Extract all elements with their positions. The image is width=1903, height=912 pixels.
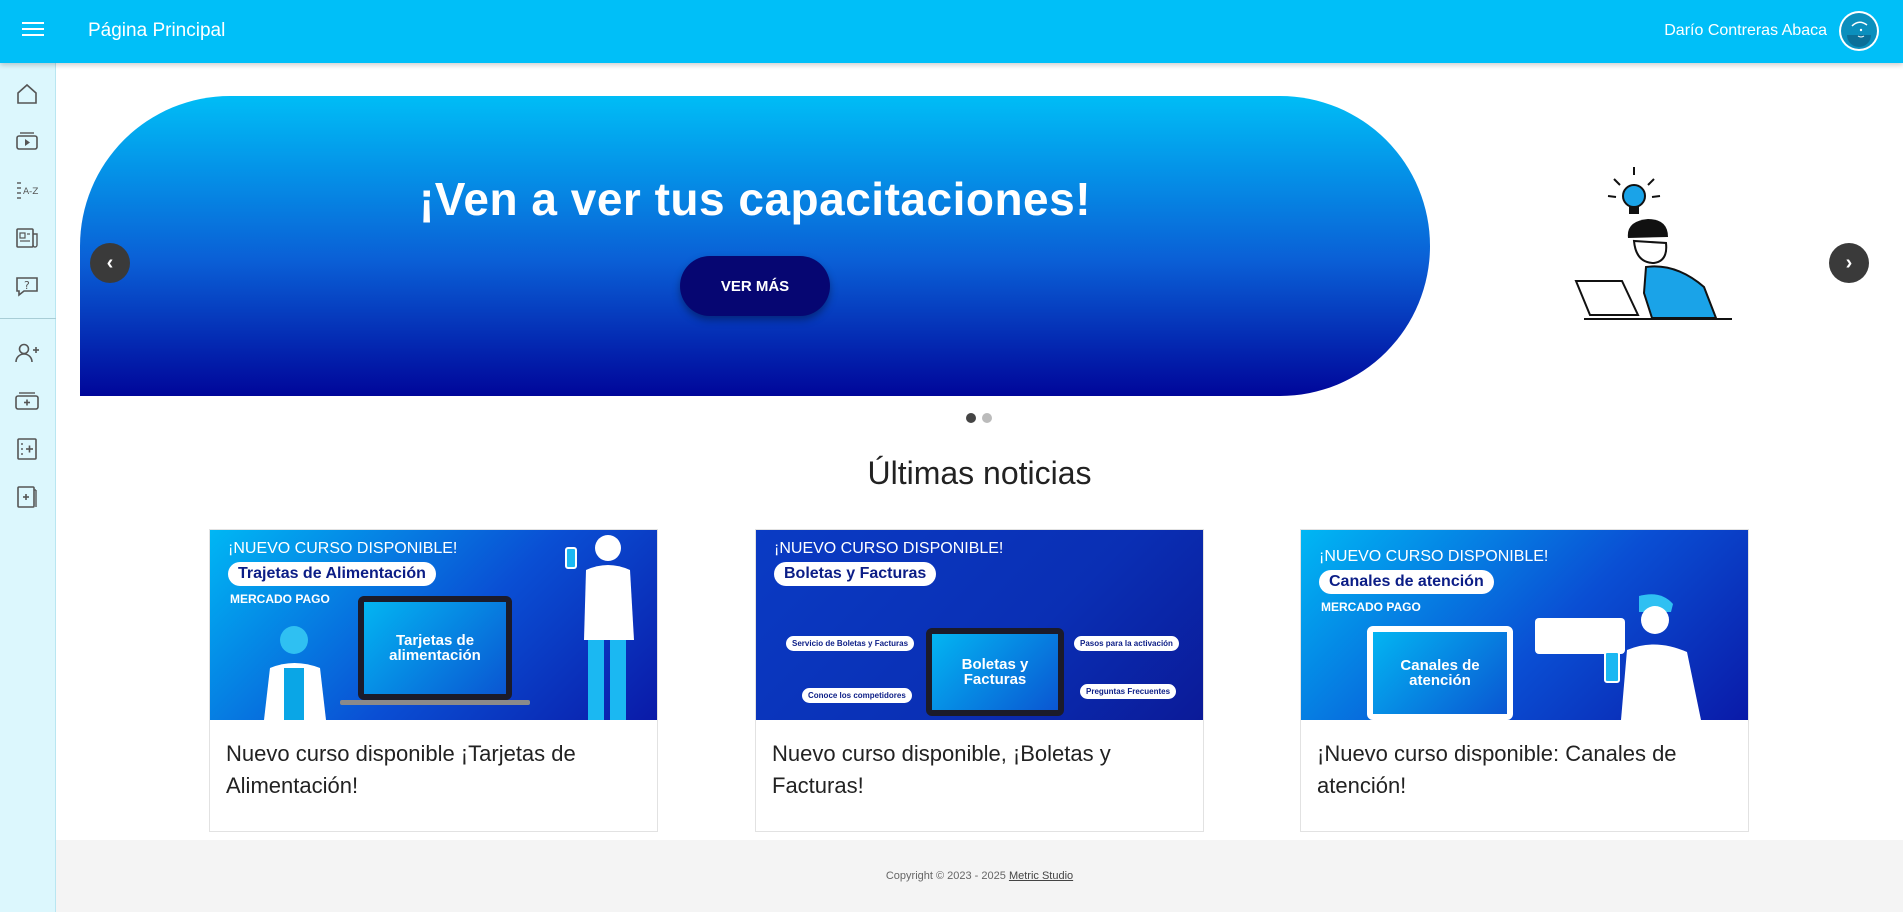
thumb-note: Preguntas Frecuentes xyxy=(1080,684,1177,699)
news-icon xyxy=(16,228,38,248)
sidebar-item-videos[interactable] xyxy=(14,129,40,155)
ver-mas-button[interactable]: VER MÁS xyxy=(680,256,830,316)
copyright-text: Copyright © 2023 - 2025 xyxy=(885,870,1006,882)
thumb-person-illustration xyxy=(1604,594,1701,720)
thumb-note: Servicio de Boletas y Facturas xyxy=(786,636,915,651)
thumb-sub: MERCADO PAGO xyxy=(230,592,330,606)
thumb-header: ¡NUEVO CURSO DISPONIBLE! xyxy=(228,540,458,557)
avatar[interactable] xyxy=(1839,11,1879,51)
thumb-tag: Trajetas de Alimentación xyxy=(228,562,436,586)
news-card-caption: Nuevo curso disponible, ¡Boletas y Factu… xyxy=(772,741,1111,798)
thumb-header: ¡NUEVO CURSO DISPONIBLE! xyxy=(1319,548,1549,565)
news-card-caption: Nuevo curso disponible ¡Tarjetas de Alim… xyxy=(226,741,576,798)
news-card[interactable]: ¡NUEVO CURSO DISPONIBLE! Boletas y Factu… xyxy=(755,529,1204,832)
footer-copyright: Copyright © 2023 - 2025 Metric Studio xyxy=(56,870,1903,882)
thumb-sub: MERCADO PAGO xyxy=(1321,600,1421,614)
user-name[interactable]: Darío Contreras Abaca xyxy=(1664,22,1827,40)
thumb-tag: Canales de atención xyxy=(1319,570,1494,594)
sidebar-item-add-list[interactable] xyxy=(14,436,40,462)
thumb-laptop-base xyxy=(340,700,530,705)
news-card-image: ¡NUEVO CURSO DISPONIBLE! Boletas y Factu… xyxy=(756,530,1203,720)
carousel-prev-button[interactable]: ‹ xyxy=(90,243,130,283)
sidebar-item-add-course[interactable] xyxy=(14,388,40,414)
thumb-note: Pasos para la activación xyxy=(1074,636,1179,651)
thumb-tablet-screen: Canales de atención xyxy=(1367,626,1513,720)
svg-text:A-Z: A-Z xyxy=(23,187,38,197)
news-card[interactable]: ¡NUEVO CURSO DISPONIBLE! Trajetas de Ali… xyxy=(209,529,658,832)
add-course-icon xyxy=(15,392,39,410)
glossary-icon: A-Z xyxy=(17,182,38,199)
svg-text:?: ? xyxy=(24,279,30,292)
sidebar-item-add-document[interactable] xyxy=(14,484,40,510)
sidebar-item-glossary[interactable]: A-Z xyxy=(14,177,40,203)
sidebar-item-news[interactable] xyxy=(14,225,40,251)
person-with-laptop-illustration xyxy=(1574,167,1732,320)
sidebar-item-add-user[interactable] xyxy=(14,340,40,366)
news-card[interactable]: ¡NUEVO CURSO DISPONIBLE! Canales de aten… xyxy=(1300,529,1749,832)
page-title: Página Principal xyxy=(88,20,226,41)
footer: Copyright © 2023 - 2025 Metric Studio xyxy=(56,840,1903,912)
home-icon xyxy=(17,83,37,104)
video-icon xyxy=(16,132,38,150)
carousel-next-button[interactable]: › xyxy=(1829,243,1869,283)
hamburger-menu-icon[interactable] xyxy=(22,18,44,40)
thumb-header: ¡NUEVO CURSO DISPONIBLE! xyxy=(774,540,1004,557)
thumb-barista-illustration xyxy=(264,626,326,720)
help-icon: ? xyxy=(16,277,38,297)
thumb-note: Conoce los competidores xyxy=(802,688,912,703)
thumb-person-illustration xyxy=(565,535,634,720)
thumb-tag: Boletas y Facturas xyxy=(774,562,937,586)
thumb-laptop-screen: Tarjetas de alimentación xyxy=(358,596,512,700)
news-card-image: ¡NUEVO CURSO DISPONIBLE! Canales de aten… xyxy=(1301,530,1748,720)
hero-banner: ¡Ven a ver tus capacitaciones! VER MÁS xyxy=(80,96,1430,396)
sidebar: A-Z ? xyxy=(0,63,56,912)
carousel-indicators xyxy=(966,413,992,423)
add-document-icon xyxy=(17,486,37,508)
news-card-caption: ¡Nuevo curso disponible: Canales de aten… xyxy=(1317,741,1677,798)
sidebar-divider xyxy=(0,318,56,319)
carousel-dot-1[interactable] xyxy=(966,413,976,423)
footer-link[interactable]: Metric Studio xyxy=(1009,870,1073,882)
carousel-dot-2[interactable] xyxy=(982,413,992,423)
banner-title: ¡Ven a ver tus capacitaciones! xyxy=(418,173,1092,225)
sidebar-item-home[interactable] xyxy=(14,81,40,107)
add-list-icon xyxy=(17,438,37,460)
sidebar-item-help[interactable]: ? xyxy=(14,273,40,299)
news-card-image: ¡NUEVO CURSO DISPONIBLE! Trajetas de Ali… xyxy=(210,530,657,720)
thumb-tablet-screen: Boletas y Facturas xyxy=(926,628,1064,716)
main-content: ¡Ven a ver tus capacitaciones! VER MÁS ‹… xyxy=(56,63,1903,912)
top-bar: Página Principal Darío Contreras Abaca xyxy=(0,0,1903,63)
add-user-icon xyxy=(15,343,39,363)
news-section-title: Últimas noticias xyxy=(867,455,1092,491)
